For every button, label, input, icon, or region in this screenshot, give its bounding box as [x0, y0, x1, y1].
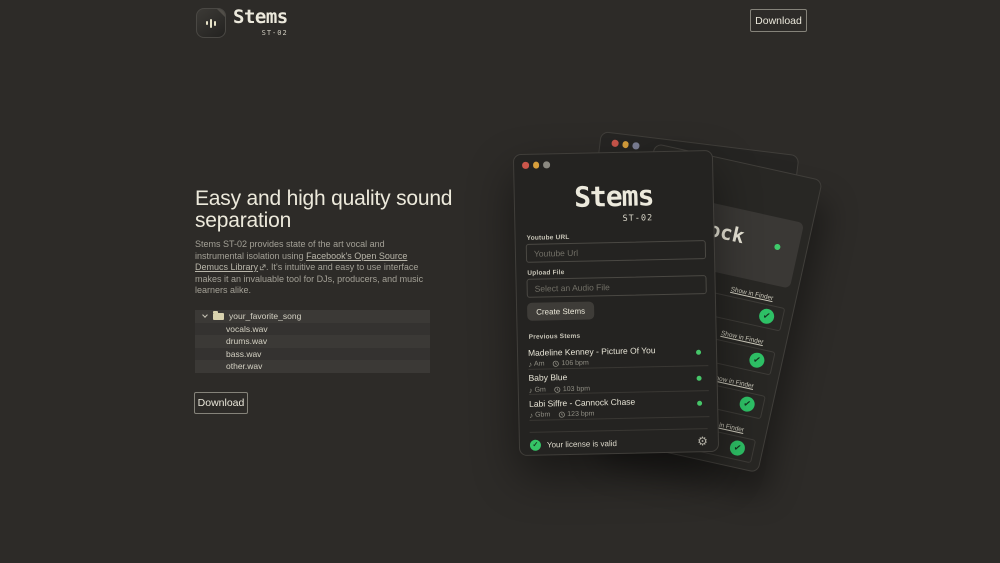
track-bpm: 103 bpm: [562, 385, 591, 393]
hero-heading: Easy and high quality sound separation: [195, 187, 453, 232]
file-name: drums.wav: [226, 336, 268, 347]
track-key: Am: [533, 360, 545, 368]
status-dot: [697, 401, 703, 407]
license-check-icon: ✓: [529, 439, 542, 451]
hero-paragraph: Stems ST-02 provides state of the art vo…: [195, 239, 435, 297]
license-footer: ✓ Your license is valid ⚙: [529, 428, 709, 457]
folder-icon: [213, 310, 224, 320]
status-dot: [696, 350, 702, 356]
window-subtitle: ST-02: [622, 213, 654, 224]
track-key: Gbm: [535, 411, 551, 419]
check-circle-icon: ✓: [738, 395, 757, 414]
track-bpm: 106 bpm: [561, 359, 589, 368]
file-name: bass.wav: [226, 348, 262, 359]
stems-app-window: Stems ST-02 Youtube URL Upload File Crea…: [512, 149, 720, 457]
check-circle-icon: ✓: [757, 307, 776, 326]
tree-file-row: bass.wav: [195, 347, 430, 360]
music-note-icon: ♪: [529, 410, 534, 421]
license-status-text: Your license is valid: [546, 438, 617, 449]
hero-download-button[interactable]: Download: [194, 392, 248, 414]
minimize-window-icon[interactable]: [621, 140, 629, 148]
fold-corner-decoration: [216, 9, 225, 18]
tree-file-row: drums.wav: [195, 335, 430, 348]
chevron-down-icon: [202, 312, 208, 319]
music-note-icon: ♪: [528, 359, 533, 369]
tree-file-row: vocals.wav: [195, 322, 430, 335]
file-tree-illustration: your_favorite_song vocals.wav drums.wav …: [195, 310, 430, 373]
create-stems-button[interactable]: Create Stems: [526, 301, 595, 321]
tempo-icon: [558, 411, 565, 418]
landing-page: Stems ST-02 Download Easy and high quali…: [0, 0, 1000, 563]
close-window-icon[interactable]: [611, 139, 619, 147]
youtube-url-input[interactable]: [525, 240, 707, 263]
track-title: Labi Siffre - Cannock Chase: [528, 396, 636, 409]
minimize-window-icon[interactable]: [532, 161, 540, 169]
check-circle-icon: ✓: [747, 351, 766, 370]
tree-file-row: other.wav: [195, 360, 430, 373]
upload-file-input[interactable]: [526, 275, 707, 298]
tree-folder-row: your_favorite_song: [195, 310, 430, 323]
track-key: Gm: [534, 386, 546, 394]
window-controls: [611, 139, 640, 150]
status-dot: [696, 375, 702, 381]
track-list-item[interactable]: Labi Siffre - Cannock Chase ♪ Gbm 123 bpm: [528, 391, 710, 421]
stems-logo-icon: [196, 8, 226, 38]
check-circle-icon: ✓: [728, 439, 747, 458]
tempo-icon: [552, 360, 560, 367]
app-logo: Stems ST-02: [196, 8, 288, 38]
tempo-icon: [554, 386, 561, 393]
logo-title: Stems: [233, 6, 288, 28]
window-title: Stems: [573, 179, 654, 214]
track-title: Baby Blue: [528, 372, 568, 383]
previous-stems-list: Madeline Kenney - Picture Of You ♪ Am 106…: [527, 340, 710, 421]
zoom-window-icon[interactable]: [543, 161, 550, 168]
window-controls: [522, 161, 550, 169]
music-note-icon: ♪: [528, 385, 533, 395]
external-link-icon: [259, 264, 266, 271]
track-list-item[interactable]: Madeline Kenney - Picture Of You ♪ Am 106…: [527, 340, 709, 370]
previous-stems-label: Previous Stems: [528, 332, 581, 341]
status-dot: [773, 243, 781, 251]
logo-subtitle: ST-02: [261, 29, 288, 37]
track-bpm: 123 bpm: [567, 410, 595, 419]
file-name: vocals.wav: [226, 323, 268, 334]
close-window-icon[interactable]: [522, 161, 529, 169]
youtube-url-label: Youtube URL: [526, 233, 570, 242]
header-download-button[interactable]: Download: [750, 9, 807, 32]
track-title: Madeline Kenney - Picture Of You: [527, 344, 656, 358]
zoom-window-icon[interactable]: [632, 141, 640, 150]
upload-file-label: Upload File: [527, 269, 565, 277]
folder-name: your_favorite_song: [229, 311, 302, 322]
file-name: other.wav: [226, 361, 263, 372]
track-list-item[interactable]: Baby Blue ♪ Gm 103 bpm: [528, 365, 709, 396]
settings-gear-icon[interactable]: ⚙: [697, 434, 708, 448]
